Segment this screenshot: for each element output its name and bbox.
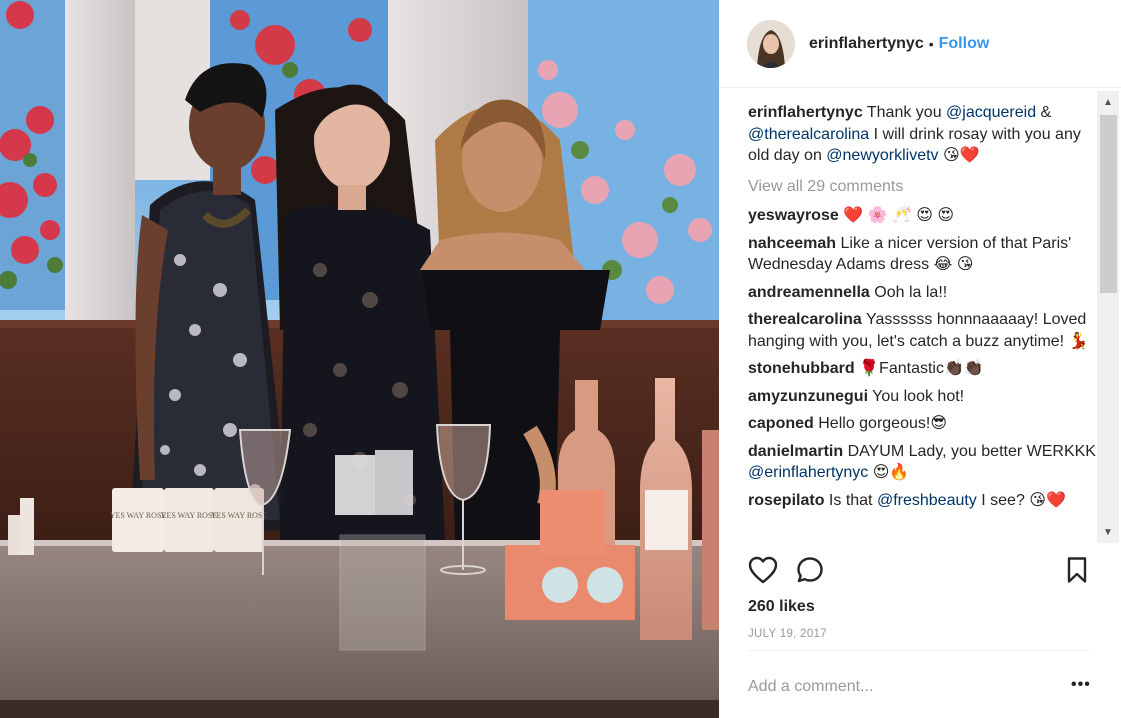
comment-text: Hello gorgeous!😎 [818, 415, 947, 432]
caption-text: & [1036, 104, 1052, 121]
comment-username[interactable]: therealcarolina [748, 311, 862, 328]
comment-item: danielmartin DAYUM Lady, you better WERK… [748, 441, 1096, 484]
comment-username[interactable]: andreamennella [748, 284, 870, 301]
divider [748, 650, 1091, 651]
comment-text: Ooh la la!! [874, 283, 948, 301]
heart-icon[interactable] [748, 556, 778, 589]
avatar-image [747, 19, 795, 68]
avatar[interactable] [747, 19, 795, 68]
comment-item: therealcarolina Yassssss honnnaaaaay! Lo… [748, 309, 1096, 352]
caption-emoji: 😘❤️ [943, 147, 980, 164]
caption: erinflahertynyc Thank you @jacquereid & … [748, 102, 1096, 167]
comment-text: Is that [828, 491, 877, 509]
caption-mention[interactable]: @therealcarolina [748, 126, 869, 143]
comment-item: nahceemah Like a nicer version of that P… [748, 233, 1096, 276]
caption-mention[interactable]: @jacquereid [946, 104, 1036, 121]
comment-mention[interactable]: @freshbeauty [877, 492, 977, 509]
comment-username[interactable]: yeswayrose [748, 207, 839, 224]
comment-text: DAYUM Lady, you better WERKKK [847, 442, 1096, 460]
caption-text: Thank you [866, 104, 947, 121]
comments-list[interactable]: erinflahertynyc Thank you @jacquereid & … [748, 102, 1096, 542]
add-comment-input[interactable] [748, 676, 1048, 698]
candle-label-3: YES WAY ROSE [211, 511, 268, 520]
header-separator: • [928, 35, 934, 52]
comment-item: yeswayrose ❤️ 🌸 🥂 😍 😍 [748, 205, 1096, 227]
comment-item: amyzunzunegui You look hot! [748, 386, 1096, 408]
caption-username[interactable]: erinflahertynyc [748, 104, 863, 121]
comment-username[interactable]: nahceemah [748, 235, 836, 252]
bookmark-icon[interactable] [1066, 556, 1088, 589]
scroll-up-arrow-icon[interactable]: ▲ [1097, 91, 1119, 113]
comment-username[interactable]: rosepilato [748, 492, 824, 509]
post-side-panel: erinflahertynyc • Follow erinflahertynyc… [719, 0, 1121, 718]
speech-bubble-icon[interactable] [796, 556, 824, 589]
comment-text: 🌹Fantastic👏🏿👏🏿 [859, 360, 984, 377]
caption-mention[interactable]: @newyorklivetv [826, 147, 938, 164]
comment-item: rosepilato Is that @freshbeauty I see? 😘… [748, 490, 1096, 512]
likes-count[interactable]: 260 likes [748, 598, 815, 616]
header-username[interactable]: erinflahertynyc [809, 35, 924, 53]
comment-mention[interactable]: @erinflahertynyc [748, 464, 868, 481]
post-actions [748, 553, 1092, 589]
candle-label-2: YES WAY ROSE [161, 511, 218, 520]
comment-username[interactable]: caponed [748, 415, 814, 432]
follow-button[interactable]: Follow [939, 35, 990, 53]
comment-text: I see? 😘❤️ [976, 491, 1066, 509]
comment-text: 😍🔥 [868, 464, 910, 481]
comment-username[interactable]: danielmartin [748, 443, 843, 460]
scroll-down-arrow-icon[interactable]: ▼ [1097, 521, 1119, 543]
comment-item: andreamennella Ooh la la!! [748, 282, 1096, 304]
comment-item: stonehubbard 🌹Fantastic👏🏿👏🏿 [748, 358, 1096, 380]
comment-text: You look hot! [872, 387, 965, 405]
comment-username[interactable]: amyzunzunegui [748, 388, 868, 405]
post-header: erinflahertynyc • Follow [719, 0, 1121, 88]
scrollbar-thumb[interactable] [1100, 115, 1117, 293]
comment-text: ❤️ 🌸 🥂 😍 😍 [843, 207, 955, 224]
comment-username[interactable]: stonehubbard [748, 360, 855, 377]
comments-scrollbar[interactable]: ▲ ▼ [1097, 91, 1119, 543]
post-photo[interactable]: YES WAY ROSE YES WAY ROSE YES WAY ROSE [0, 0, 719, 718]
comment-item: caponed Hello gorgeous!😎 [748, 413, 1096, 435]
more-options-icon[interactable]: ••• [1071, 676, 1091, 694]
candle-label-1: YES WAY ROSE [110, 511, 167, 520]
post-photo-illustration: YES WAY ROSE YES WAY ROSE YES WAY ROSE [0, 0, 719, 718]
post-date: JULY 19, 2017 [748, 628, 827, 640]
view-all-comments-link[interactable]: View all 29 comments [748, 176, 1096, 198]
